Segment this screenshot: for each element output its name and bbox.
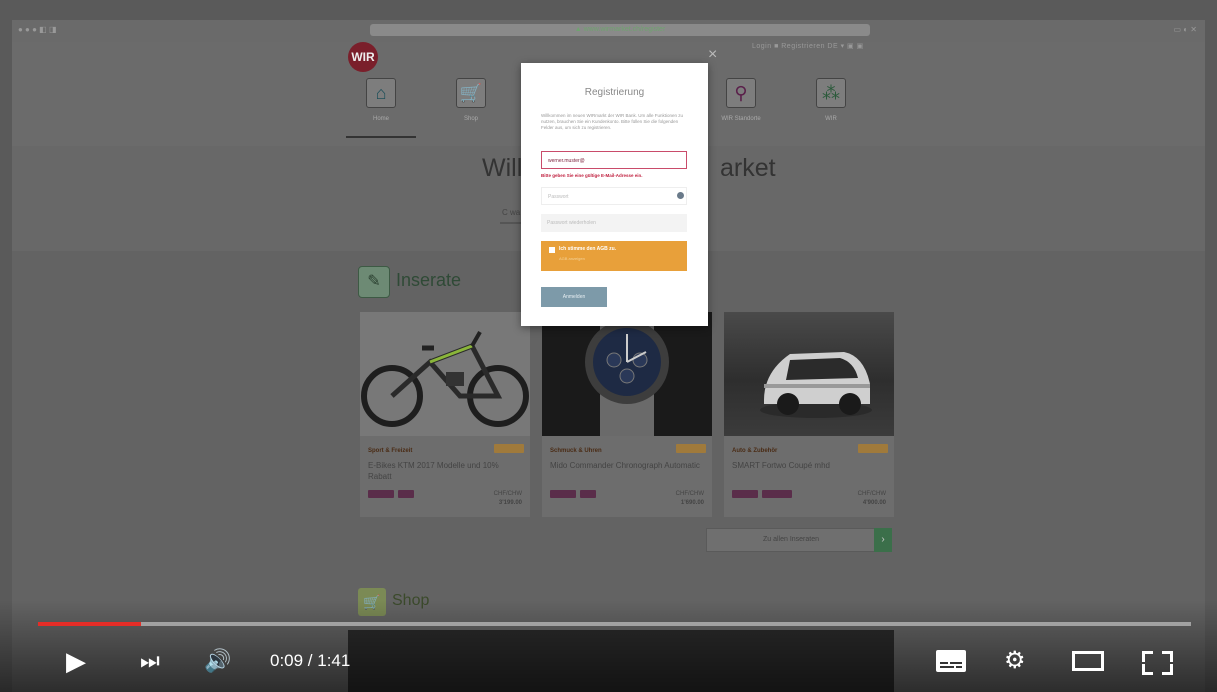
listing-card-bike[interactable]: Sport & Freizeit E-Bikes KTM 2017 Modell… xyxy=(360,312,530,517)
volume-icon[interactable]: 🔊 xyxy=(204,642,238,680)
listing-price: CHF/CHW 4'900.00 xyxy=(858,490,886,508)
listing-category: Auto & Zubehör xyxy=(732,448,778,454)
modal-title: Registrierung xyxy=(584,87,645,98)
fullscreen-icon[interactable] xyxy=(1140,642,1174,680)
listing-price: CHF/CHW 1'690.00 xyxy=(676,490,704,508)
register-submit-button[interactable]: Anmelden xyxy=(541,287,607,307)
progress-bar[interactable] xyxy=(38,622,1191,626)
nav-wir[interactable]: ⁂ WIR xyxy=(796,78,866,136)
hero-title-right: arket xyxy=(720,154,776,182)
nav-home[interactable]: ⌂ Home xyxy=(346,78,416,138)
play-icon[interactable]: ▶ xyxy=(66,642,96,680)
cart-icon: 🛒 xyxy=(456,78,486,108)
listing-category: Sport & Freizeit xyxy=(368,448,413,454)
nav-label: WIR Standorte xyxy=(721,116,761,122)
price-value: 4'900.00 xyxy=(862,500,886,506)
browser-chrome: ● ● ● ◧ ◨ ▲ www.wirmarket.ch/register ▭ … xyxy=(12,20,1205,42)
listing-title[interactable]: SMART Fortwo Coupé mhd xyxy=(732,460,882,471)
modal-close-icon[interactable]: × xyxy=(708,46,717,64)
password-repeat-field[interactable]: Passwort wiederholen xyxy=(541,214,687,232)
window-controls[interactable]: ▭ ◐ ✕ xyxy=(1173,25,1197,34)
next-icon[interactable]: ⏭ xyxy=(140,642,170,680)
agb-link[interactable]: AGB anzeigen xyxy=(559,256,585,261)
price-label: CHF/CHW xyxy=(493,491,522,497)
section-title-inserate: Inserate xyxy=(396,270,462,290)
bike-illustration xyxy=(361,331,529,427)
modal-description: Willkommen im neuen WIRmarkt der WIR Ban… xyxy=(541,113,684,130)
listing-title[interactable]: Mido Commander Chronograph Automatic xyxy=(550,460,700,471)
price-value: 3'199.00 xyxy=(498,500,522,506)
wir-logo[interactable]: WIR xyxy=(348,42,378,72)
listing-image[interactable] xyxy=(360,312,530,436)
listing-category: Schmuck & Uhren xyxy=(550,448,602,454)
header-links[interactable]: Login ■ Registrieren DE ▾ ▣ ▣ xyxy=(752,42,864,50)
listing-badge xyxy=(494,444,524,453)
email-field[interactable]: werner.muster@ xyxy=(541,151,687,169)
listing-tag xyxy=(732,490,758,498)
all-listings-button[interactable]: Zu allen Inseraten xyxy=(706,528,876,552)
listing-price: CHF/CHW 3'199.00 xyxy=(494,490,522,508)
listing-tag xyxy=(398,490,414,498)
progress-played[interactable] xyxy=(38,622,141,626)
agb-label: Ich stimme den AGB zu. xyxy=(559,246,617,252)
time-display: 0:09 / 1:41 xyxy=(270,651,351,670)
car-illustration xyxy=(760,352,872,418)
hero-subtitle: C wa xyxy=(502,208,521,217)
price-value: 1'690.00 xyxy=(680,500,704,506)
password-field[interactable]: Passwort xyxy=(541,187,687,205)
nav-shop[interactable]: 🛒 Shop xyxy=(436,78,506,136)
nav-label: Shop xyxy=(463,116,478,122)
network-icon: ⁂ xyxy=(816,78,846,108)
price-label: CHF/CHW xyxy=(857,491,886,497)
address-bar[interactable]: ▲ www.wirmarket.ch/register xyxy=(370,24,870,36)
registration-modal: Registrierung Willkommen im neuen WIRmar… xyxy=(521,63,708,326)
listing-badge xyxy=(858,444,888,453)
pin-icon: ✎ xyxy=(358,266,390,298)
nav-label: WIR xyxy=(825,116,837,122)
video-frame[interactable]: ● ● ● ◧ ◨ ▲ www.wirmarket.ch/register ▭ … xyxy=(0,0,1217,692)
listing-badge xyxy=(676,444,706,453)
listing-card-watch[interactable]: Schmuck & Uhren Mido Commander Chronogra… xyxy=(542,312,712,517)
subtitles-box xyxy=(936,650,966,672)
nav-label: Home xyxy=(372,116,389,122)
listing-image[interactable] xyxy=(724,312,894,436)
price-label: CHF/CHW xyxy=(675,491,704,497)
listing-image[interactable] xyxy=(542,312,712,436)
theater-box xyxy=(1072,651,1104,671)
listing-card-car[interactable]: Auto & Zubehör SMART Fortwo Coupé mhd CH… xyxy=(724,312,894,517)
info-icon[interactable] xyxy=(677,192,684,199)
gear-icon[interactable]: ⚙ xyxy=(1004,642,1038,680)
location-icon: ⚲ xyxy=(726,78,756,108)
watch-illustration xyxy=(585,312,669,436)
listing-tag xyxy=(580,490,596,498)
agb-checkbox[interactable] xyxy=(549,247,555,253)
all-listings-arrow[interactable]: › xyxy=(874,528,892,552)
theater-mode-icon[interactable] xyxy=(1070,642,1108,680)
listing-tag xyxy=(550,490,576,498)
home-icon: ⌂ xyxy=(366,78,396,108)
listing-tag xyxy=(368,490,394,498)
subtitles-icon[interactable] xyxy=(936,642,968,680)
agb-consent-box[interactable]: Ich stimme den AGB zu. AGB anzeigen xyxy=(541,241,687,271)
nav-standorte[interactable]: ⚲ WIR Standorte xyxy=(706,78,776,136)
email-error: Bitte geben Sie eine gültige E-Mail-Adre… xyxy=(541,173,643,178)
window-buttons[interactable]: ● ● ● ◧ ◨ xyxy=(18,25,57,34)
listing-tag xyxy=(762,490,792,498)
listing-title[interactable]: E-Bikes KTM 2017 Modelle und 10% Rabatt xyxy=(368,460,518,482)
